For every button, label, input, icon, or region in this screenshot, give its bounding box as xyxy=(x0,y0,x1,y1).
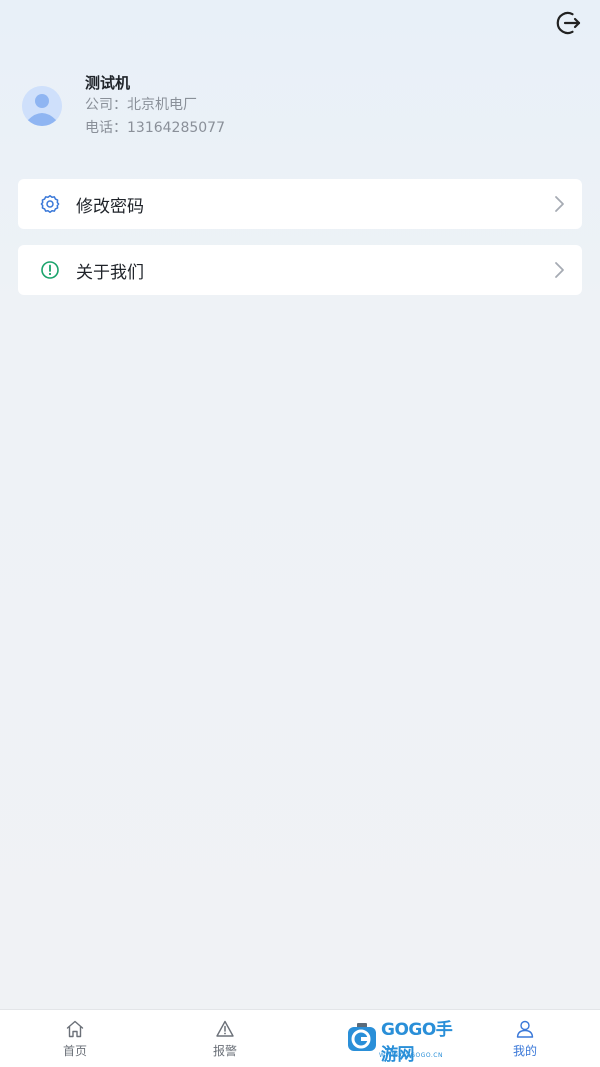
tab-label: 报警 xyxy=(212,1044,237,1058)
logout-button[interactable] xyxy=(554,10,584,40)
watermark-logo: GOGO手游网 WWW.GOGOGO.CN xyxy=(347,1020,462,1065)
phone-text: 电话：13164285077 xyxy=(85,120,225,136)
warning-icon xyxy=(215,1019,235,1039)
tab-alarm[interactable]: 报警 xyxy=(150,1010,300,1067)
info-circle-icon xyxy=(40,260,60,280)
home-icon xyxy=(65,1019,85,1039)
user-avatar-icon xyxy=(22,86,62,126)
menu-item-about-us[interactable]: 关于我们 xyxy=(18,245,582,295)
avatar[interactable] xyxy=(22,86,62,126)
menu-item-change-password[interactable]: 修改密码 xyxy=(18,179,582,229)
tab-mine[interactable]: 我的 xyxy=(450,1010,600,1067)
watermark-url: WWW.GOGOGO.CN xyxy=(379,1052,443,1059)
tab-home[interactable]: 首页 xyxy=(0,1010,150,1067)
bottom-tab-bar: 首页 报警 我的 xyxy=(0,1009,600,1067)
profile-info: 测试机 公司：北京机电厂 电话：13164285077 xyxy=(85,72,225,140)
logout-icon xyxy=(555,9,583,41)
user-icon xyxy=(515,1019,535,1039)
menu-item-label: 关于我们 xyxy=(76,262,144,283)
chevron-right-icon xyxy=(552,195,566,213)
tab-label: 首页 xyxy=(62,1044,87,1058)
gear-icon xyxy=(40,194,60,214)
profile-header: 测试机 公司：北京机电厂 电话：13164285077 xyxy=(22,72,562,140)
chevron-right-icon xyxy=(552,261,566,279)
menu-item-label: 修改密码 xyxy=(76,196,144,217)
profile-screen: 测试机 公司：北京机电厂 电话：13164285077 修改密码 关于我们 首页… xyxy=(0,0,600,1067)
tab-label: 我的 xyxy=(512,1044,537,1058)
user-name: 测试机 xyxy=(85,74,131,92)
gogo-logo-icon xyxy=(347,1023,377,1057)
company-text: 公司：北京机电厂 xyxy=(85,97,197,113)
